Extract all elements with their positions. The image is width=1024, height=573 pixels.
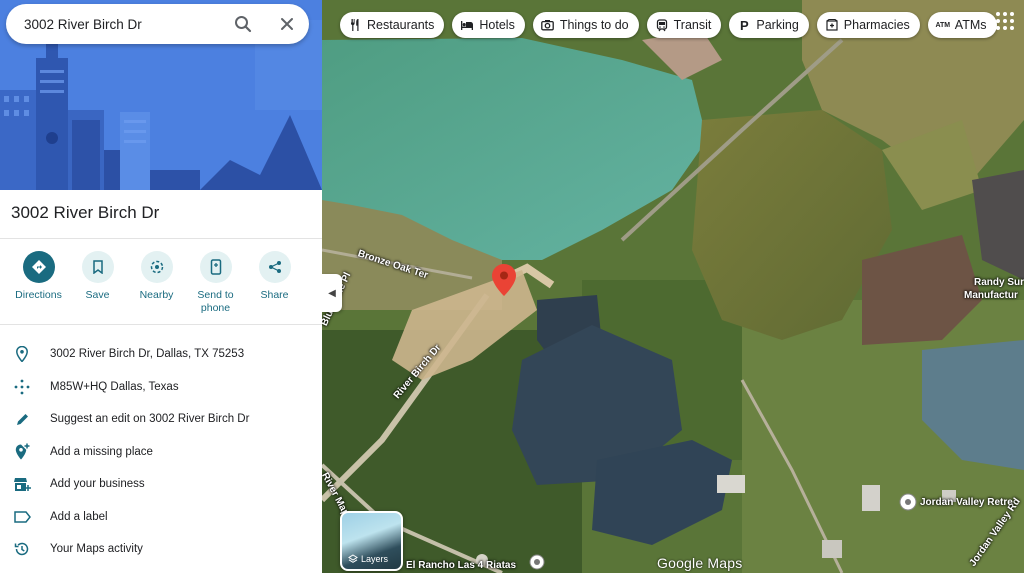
chevron-left-icon: ◀ — [328, 287, 336, 299]
pharmacy-icon — [825, 18, 839, 32]
chip-label: Things to do — [559, 18, 629, 32]
place-label-randy-2[interactable]: Manufactur — [964, 290, 1018, 301]
plus-code-row[interactable]: M85W+HQ Dallas, Texas — [0, 371, 322, 404]
label-icon — [11, 511, 33, 523]
chip-atms[interactable]: ATM ATMs — [927, 12, 997, 38]
share-icon — [268, 261, 281, 273]
add-label-text: Add a label — [50, 510, 108, 523]
add-missing-place-text: Add a missing place — [50, 445, 153, 458]
address-row[interactable]: 3002 River Birch Dr, Dallas, TX 75253 — [0, 338, 322, 371]
place-details-panel: 3002 River Birch Dr Directions Save Near… — [0, 0, 322, 573]
send-to-phone-label: Send to phone — [197, 289, 234, 314]
plus-code-text: M85W+HQ Dallas, Texas — [50, 380, 179, 393]
layers-button[interactable]: Layers — [340, 511, 403, 571]
place-label-jordan-retreat[interactable]: Jordan Valley Retre — [920, 497, 1013, 508]
address-text: 3002 River Birch Dr, Dallas, TX 75253 — [50, 348, 245, 361]
divider — [0, 324, 322, 325]
google-apps-icon[interactable] — [996, 12, 1014, 30]
divider — [0, 238, 322, 239]
pencil-icon — [11, 412, 33, 427]
layers-icon — [348, 554, 358, 563]
nearby-icon — [150, 260, 163, 274]
share-button[interactable]: Share — [245, 251, 304, 315]
send-to-phone-button[interactable]: Send to phone — [186, 251, 245, 315]
chip-pharmacies[interactable]: Pharmacies — [816, 12, 920, 38]
search-icon[interactable] — [234, 15, 252, 33]
train-icon — [655, 18, 669, 32]
place-info-list: 3002 River Birch Dr, Dallas, TX 75253 M8… — [0, 338, 322, 566]
place-title: 3002 River Birch Dr — [11, 203, 160, 222]
map-imagery — [322, 0, 1024, 573]
maps-activity-text: Your Maps activity — [50, 543, 143, 556]
parking-icon: P — [740, 17, 749, 33]
add-missing-place-row[interactable]: Add a missing place — [0, 436, 322, 469]
search-box — [6, 4, 309, 44]
chip-label: Hotels — [479, 18, 515, 32]
save-label: Save — [85, 289, 110, 301]
directions-icon — [31, 260, 46, 274]
add-business-icon — [11, 477, 33, 492]
nearby-button[interactable]: Nearby — [127, 251, 186, 315]
plus-code-icon — [11, 379, 33, 395]
share-label: Share — [260, 289, 289, 301]
satellite-map[interactable]: Bronze Oak Ter Blue Pine Pl River Birch … — [322, 0, 1024, 573]
suggest-edit-text: Suggest an edit on 3002 River Birch Dr — [50, 413, 250, 426]
chip-label: Transit — [673, 18, 712, 32]
bookmark-icon — [92, 260, 103, 274]
bed-icon — [460, 18, 474, 32]
directions-label: Directions — [15, 289, 62, 301]
nearby-label: Nearby — [139, 289, 174, 301]
camera-icon — [541, 18, 555, 32]
collapse-panel-button[interactable]: ◀ — [322, 274, 342, 312]
phone-icon — [210, 259, 221, 275]
directions-button[interactable]: Directions — [9, 251, 68, 315]
place-label-randy-1[interactable]: Randy Sur — [974, 277, 1024, 288]
chip-label: Pharmacies — [843, 18, 910, 32]
layers-label: Layers — [361, 554, 389, 564]
atm-icon: ATM — [935, 21, 951, 29]
chip-label: Parking — [756, 18, 799, 32]
chip-transit[interactable]: Transit — [646, 12, 722, 38]
chip-label: Restaurants — [367, 18, 435, 32]
add-business-row[interactable]: Add your business — [0, 468, 322, 501]
place-label-el-rancho[interactable]: El Rancho Las 4 Riatas — [406, 560, 516, 571]
chip-things-to-do[interactable]: Things to do — [532, 12, 639, 38]
google-maps-logo: Google Maps — [657, 555, 743, 571]
add-place-icon — [11, 443, 33, 460]
place-marker-icon[interactable] — [898, 492, 918, 512]
place-hero-illustration — [0, 0, 322, 190]
fork-knife-icon — [348, 18, 362, 32]
save-button[interactable]: Save — [68, 251, 127, 315]
history-icon — [11, 541, 33, 557]
search-input[interactable] — [24, 16, 224, 32]
close-icon[interactable] — [278, 15, 296, 33]
chip-parking[interactable]: P Parking — [729, 12, 809, 38]
suggest-edit-row[interactable]: Suggest an edit on 3002 River Birch Dr — [0, 403, 322, 436]
add-business-text: Add your business — [50, 478, 145, 491]
place-marker-icon[interactable] — [528, 553, 546, 571]
chip-hotels[interactable]: Hotels — [452, 12, 525, 38]
maps-activity-row[interactable]: Your Maps activity — [0, 533, 322, 566]
action-buttons: Directions Save Nearby Send to phone Sha… — [0, 251, 322, 315]
location-pin-marker-icon[interactable] — [492, 264, 516, 296]
category-chips: Restaurants Hotels Things to do Transit … — [340, 12, 997, 38]
location-pin-icon — [11, 346, 33, 363]
chip-label: ATMs — [954, 18, 987, 32]
add-label-row[interactable]: Add a label — [0, 501, 322, 534]
chip-restaurants[interactable]: Restaurants — [340, 12, 445, 38]
